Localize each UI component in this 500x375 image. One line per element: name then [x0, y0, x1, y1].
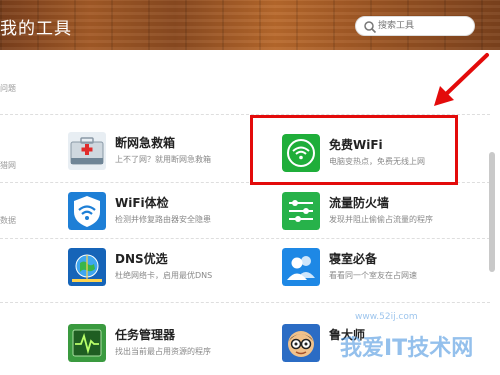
annotation-arrow-icon — [434, 53, 489, 106]
divider — [0, 238, 490, 239]
tool-wifi-check[interactable]: WiFi体检 检测并修复路由器安全隐患 — [68, 192, 243, 232]
pulse-monitor-icon — [68, 324, 106, 362]
search-box[interactable] — [355, 16, 475, 36]
highlight-box — [250, 115, 458, 185]
tool-net-rescue[interactable]: 断网急救箱 上不了网？就用断网急救箱 — [68, 132, 243, 172]
tool-name: WiFi体检 — [115, 196, 169, 210]
traffic-sliders-icon — [282, 192, 320, 230]
tool-dorm[interactable]: 寝室必备 看看同一个室友在占网速 — [282, 248, 452, 288]
tool-dns[interactable]: DNS优选 杜绝网络卡，启用最优DNS — [68, 248, 243, 288]
roommates-icon — [282, 248, 320, 286]
tool-desc: 找出当前最占用资源的程序 — [115, 347, 211, 356]
tool-desc: 发现并阻止偷偷占流量的程序 — [329, 215, 433, 224]
search-icon — [364, 21, 377, 34]
tool-desc: 杜绝网络卡，启用最优DNS — [115, 271, 213, 280]
left-fragment: 问题 — [0, 84, 16, 93]
search-input[interactable] — [378, 19, 468, 33]
tool-name: DNS优选 — [115, 252, 168, 266]
tool-list: 问题 猎网 数据 断网急救箱 上不了网？就用断网急救箱 免费WiFi 电脑变热点… — [0, 50, 500, 375]
tool-desc: 看看同一个室友在占网速 — [329, 271, 417, 280]
tool-name: 任务管理器 — [115, 328, 176, 342]
watermark-url: www.52ij.com — [355, 312, 418, 322]
divider — [0, 302, 490, 303]
tool-desc: 检测并修复路由器安全隐患 — [115, 215, 211, 224]
tool-desc: 上不了网？就用断网急救箱 — [115, 155, 211, 164]
watermark: 我爱IT技术网 — [340, 336, 474, 361]
scrollbar-thumb[interactable] — [489, 152, 495, 272]
tool-name: 寝室必备 — [329, 252, 378, 266]
wifi-shield-icon — [68, 192, 106, 230]
left-fragment: 数据 — [0, 216, 16, 225]
header-bar: 我的工具 — [0, 0, 500, 50]
tool-task-manager[interactable]: 任务管理器 找出当前最占用资源的程序 — [68, 324, 243, 364]
tool-traffic-firewall[interactable]: 流量防火墙 发现并阻止偷偷占流量的程序 — [282, 192, 462, 232]
scrollbar[interactable] — [488, 60, 496, 375]
dns-globe-icon — [68, 248, 106, 286]
left-fragment: 猎网 — [0, 161, 16, 170]
first-aid-kit-icon — [68, 132, 106, 170]
ludashi-avatar-icon — [282, 324, 320, 362]
page-title: 我的工具 — [0, 19, 72, 39]
tool-name: 流量防火墙 — [329, 196, 390, 210]
tool-name: 断网急救箱 — [115, 136, 176, 150]
